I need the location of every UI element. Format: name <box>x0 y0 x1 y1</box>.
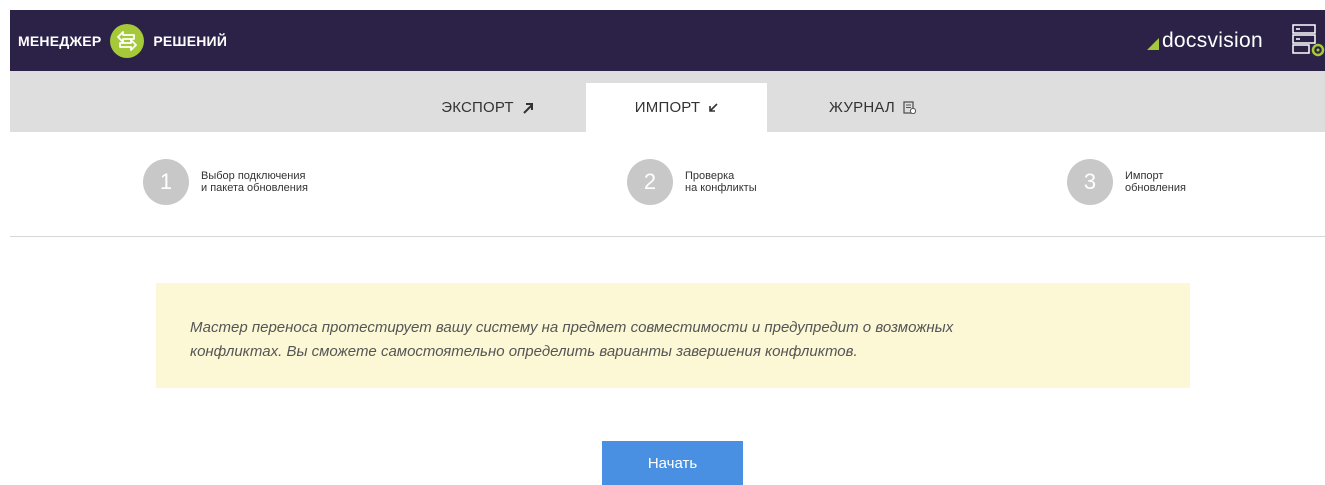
brand-word-solutions: РЕШЕНИЙ <box>153 32 228 49</box>
step-label-line1: Выбор подключения <box>201 170 306 182</box>
info-message-line2: конфликтах. Вы сможете самостоятельно оп… <box>190 343 858 360</box>
product-name: docsvision <box>1161 28 1263 52</box>
step-label: Проверка на конфликты <box>685 170 757 194</box>
step-1: 1 Выбор подключения и пакета обновления <box>143 159 308 205</box>
arrow-up-right-icon <box>523 102 533 114</box>
step-3: 3 Импорт обновления <box>1067 159 1186 205</box>
page: МЕНЕДЖЕР РЕШЕНИЙ docsvision ЭКСПОРТ ИМПО… <box>0 0 1325 485</box>
tab-journal[interactable]: ЖУРНАЛ <box>785 83 960 132</box>
arrow-down-left-icon <box>709 102 718 112</box>
swap-arrows-icon <box>110 23 145 58</box>
journal-icon <box>903 101 916 114</box>
brand[interactable]: МЕНЕДЖЕР РЕШЕНИЙ <box>10 10 227 71</box>
docsvision-triangle-icon <box>1146 37 1159 50</box>
product-logo: docsvision <box>1146 10 1263 71</box>
step-2: 2 Проверка на конфликты <box>627 159 757 205</box>
tab-bar: ЭКСПОРТ ИМПОРТ ЖУРНАЛ <box>10 71 1325 132</box>
step-number: 2 <box>627 159 673 205</box>
server-settings-icon[interactable] <box>1291 23 1325 57</box>
step-label-line2: обновления <box>1125 182 1186 194</box>
tab-export-label: ЭКСПОРТ <box>441 99 514 116</box>
brand-word-manager: МЕНЕДЖЕР <box>18 32 102 49</box>
start-button[interactable]: Начать <box>602 441 743 485</box>
tab-journal-label: ЖУРНАЛ <box>829 99 895 116</box>
tab-import[interactable]: ИМПОРТ <box>586 83 767 132</box>
app-header: МЕНЕДЖЕР РЕШЕНИЙ docsvision <box>10 10 1325 71</box>
step-number: 1 <box>143 159 189 205</box>
tab-import-label: ИМПОРТ <box>634 99 701 116</box>
step-label: Импорт обновления <box>1125 170 1186 194</box>
info-message-line1: Мастер переноса протестирует вашу систем… <box>190 319 954 336</box>
step-label: Выбор подключения и пакета обновления <box>201 170 308 194</box>
wizard-steps: 1 Выбор подключения и пакета обновления … <box>10 132 1325 237</box>
tab-export[interactable]: ЭКСПОРТ <box>395 83 580 132</box>
step-label-line2: на конфликты <box>685 182 757 194</box>
step-number: 3 <box>1067 159 1113 205</box>
step-label-line1: Импорт <box>1125 170 1164 182</box>
step-label-line1: Проверка <box>685 170 735 182</box>
info-message: Мастер переноса протестирует вашу систем… <box>156 283 1190 388</box>
step-label-line2: и пакета обновления <box>201 182 308 194</box>
